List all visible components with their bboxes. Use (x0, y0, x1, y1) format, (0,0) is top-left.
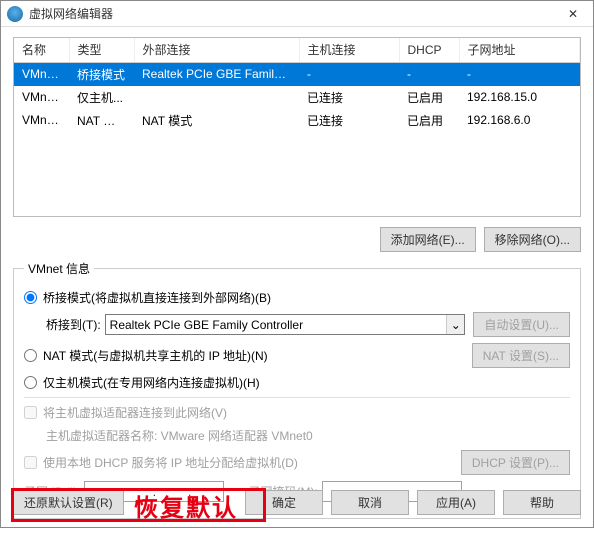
use-dhcp-label: 使用本地 DHCP 服务将 IP 地址分配给虚拟机(D) (43, 454, 298, 471)
vmnet-info-group: VMnet 信息 桥接模式(将虚拟机直接连接到外部网络)(B) 桥接到(T): … (13, 260, 581, 519)
chevron-down-icon: ⌄ (446, 315, 464, 334)
table-row[interactable]: VMnet8NAT 模式NAT 模式已连接已启用192.168.6.0 (14, 109, 580, 132)
cell-dhcp: 已启用 (399, 86, 459, 109)
connect-host-checkbox (24, 406, 37, 419)
cell-subnet: - (459, 62, 580, 86)
hostonly-label: 仅主机模式(在专用网络内连接虚拟机)(H) (43, 374, 260, 391)
col-subnet[interactable]: 子网地址 (459, 38, 580, 62)
cell-name: VMnet1 (14, 86, 69, 109)
dialog-footer: 还原默认设置(R) 确定 取消 应用(A) 帮助 (13, 490, 581, 515)
cell-host: - (299, 62, 399, 86)
close-button[interactable]: ✕ (553, 1, 593, 27)
cell-dhcp: 已启用 (399, 109, 459, 132)
bridge-adapter-value: Realtek PCIe GBE Family Controller (110, 318, 303, 332)
connect-host-label: 将主机虚拟适配器连接到此网络(V) (43, 404, 227, 421)
cell-ext: NAT 模式 (134, 109, 299, 132)
restore-defaults-button[interactable]: 还原默认设置(R) (13, 490, 124, 515)
col-type[interactable]: 类型 (69, 38, 134, 62)
host-adapter-name: 主机虚拟适配器名称: VMware 网络适配器 VMnet0 (46, 427, 313, 444)
cell-subnet: 192.168.6.0 (459, 109, 580, 132)
help-button[interactable]: 帮助 (503, 490, 581, 515)
nat-radio[interactable] (24, 349, 37, 362)
window-title: 虚拟网络编辑器 (29, 5, 553, 22)
bridge-radio[interactable] (24, 291, 37, 304)
bridge-to-label: 桥接到(T): (46, 316, 101, 333)
col-host[interactable]: 主机连接 (299, 38, 399, 62)
col-ext[interactable]: 外部连接 (134, 38, 299, 62)
table-row[interactable]: VMnet0桥接模式Realtek PCIe GBE Family Co...-… (14, 62, 580, 86)
title-bar: 虚拟网络编辑器 ✕ (1, 1, 593, 27)
network-table[interactable]: 名称 类型 外部连接 主机连接 DHCP 子网地址 VMnet0桥接模式Real… (13, 37, 581, 217)
cell-name: VMnet0 (14, 62, 69, 86)
cell-ext (134, 86, 299, 109)
cell-subnet: 192.168.15.0 (459, 86, 580, 109)
cell-type: NAT 模式 (69, 109, 134, 132)
bridge-label: 桥接模式(将虚拟机直接连接到外部网络)(B) (43, 289, 271, 306)
col-name[interactable]: 名称 (14, 38, 69, 62)
bridge-adapter-select[interactable]: Realtek PCIe GBE Family Controller ⌄ (105, 314, 466, 335)
cell-type: 桥接模式 (69, 62, 134, 86)
hostonly-radio[interactable] (24, 376, 37, 389)
app-icon (7, 6, 23, 22)
dhcp-settings-button: DHCP 设置(P)... (461, 450, 570, 475)
ok-button[interactable]: 确定 (245, 490, 323, 515)
apply-button[interactable]: 应用(A) (417, 490, 495, 515)
cell-host: 已连接 (299, 109, 399, 132)
cell-host: 已连接 (299, 86, 399, 109)
auto-settings-button: 自动设置(U)... (473, 312, 570, 337)
cell-dhcp: - (399, 62, 459, 86)
cell-type: 仅主机... (69, 86, 134, 109)
add-network-button[interactable]: 添加网络(E)... (380, 227, 476, 252)
table-header-row: 名称 类型 外部连接 主机连接 DHCP 子网地址 (14, 38, 580, 62)
cell-ext: Realtek PCIe GBE Family Co... (134, 62, 299, 86)
remove-network-button[interactable]: 移除网络(O)... (484, 227, 581, 252)
cell-name: VMnet8 (14, 109, 69, 132)
col-dhcp[interactable]: DHCP (399, 38, 459, 62)
cancel-button[interactable]: 取消 (331, 490, 409, 515)
nat-settings-button: NAT 设置(S)... (472, 343, 570, 368)
nat-label: NAT 模式(与虚拟机共享主机的 IP 地址)(N) (43, 347, 268, 364)
vmnet-info-legend: VMnet 信息 (24, 260, 94, 277)
table-row[interactable]: VMnet1仅主机... 已连接已启用192.168.15.0 (14, 86, 580, 109)
use-dhcp-checkbox (24, 456, 37, 469)
